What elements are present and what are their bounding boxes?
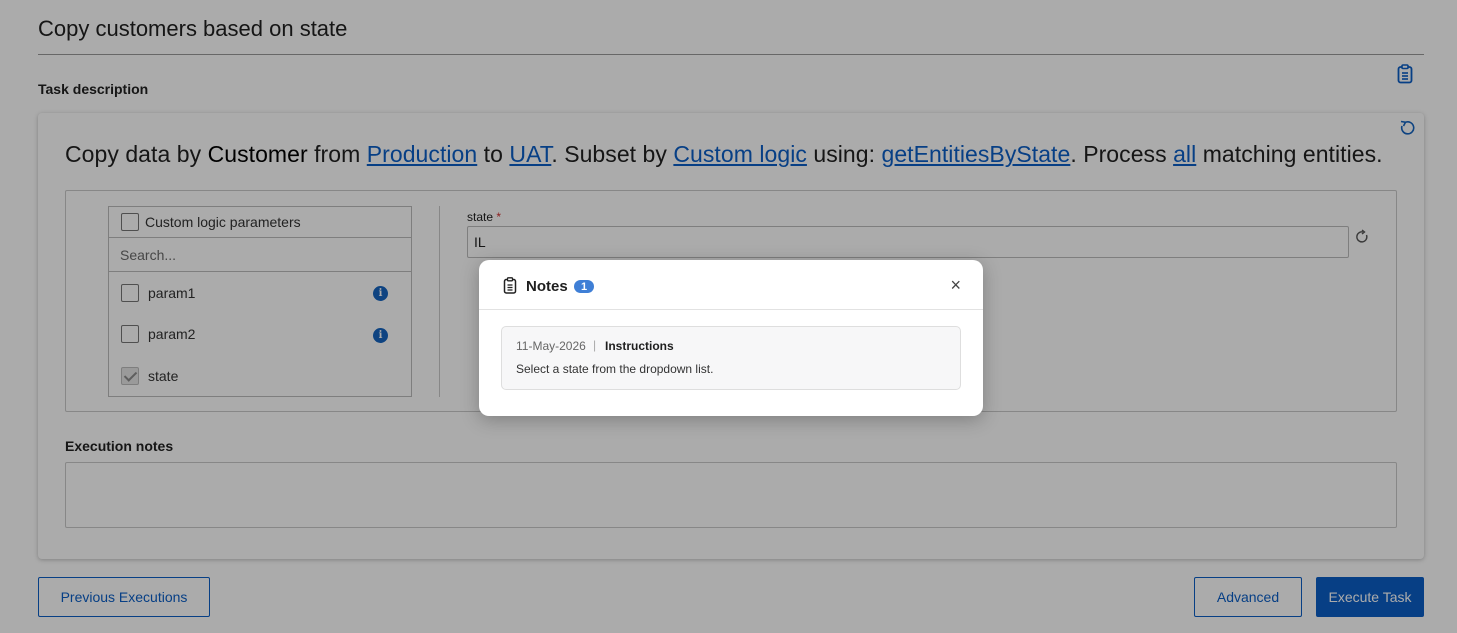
note-title: Instructions	[605, 339, 674, 353]
notes-count-badge: 1	[574, 280, 594, 293]
clipboard-icon	[503, 277, 517, 294]
notes-modal: Notes 1 × 11-May-2026 | Instructions Sel…	[479, 260, 983, 416]
note-separator: |	[593, 338, 597, 352]
notes-modal-title: Notes	[526, 278, 568, 295]
note-date: 11-May-2026	[516, 339, 586, 353]
notes-modal-header: Notes 1 ×	[479, 260, 983, 310]
close-icon[interactable]: ×	[950, 276, 961, 294]
note-item: 11-May-2026 | Instructions Select a stat…	[501, 326, 961, 390]
note-body: Select a state from the dropdown list.	[516, 362, 714, 376]
